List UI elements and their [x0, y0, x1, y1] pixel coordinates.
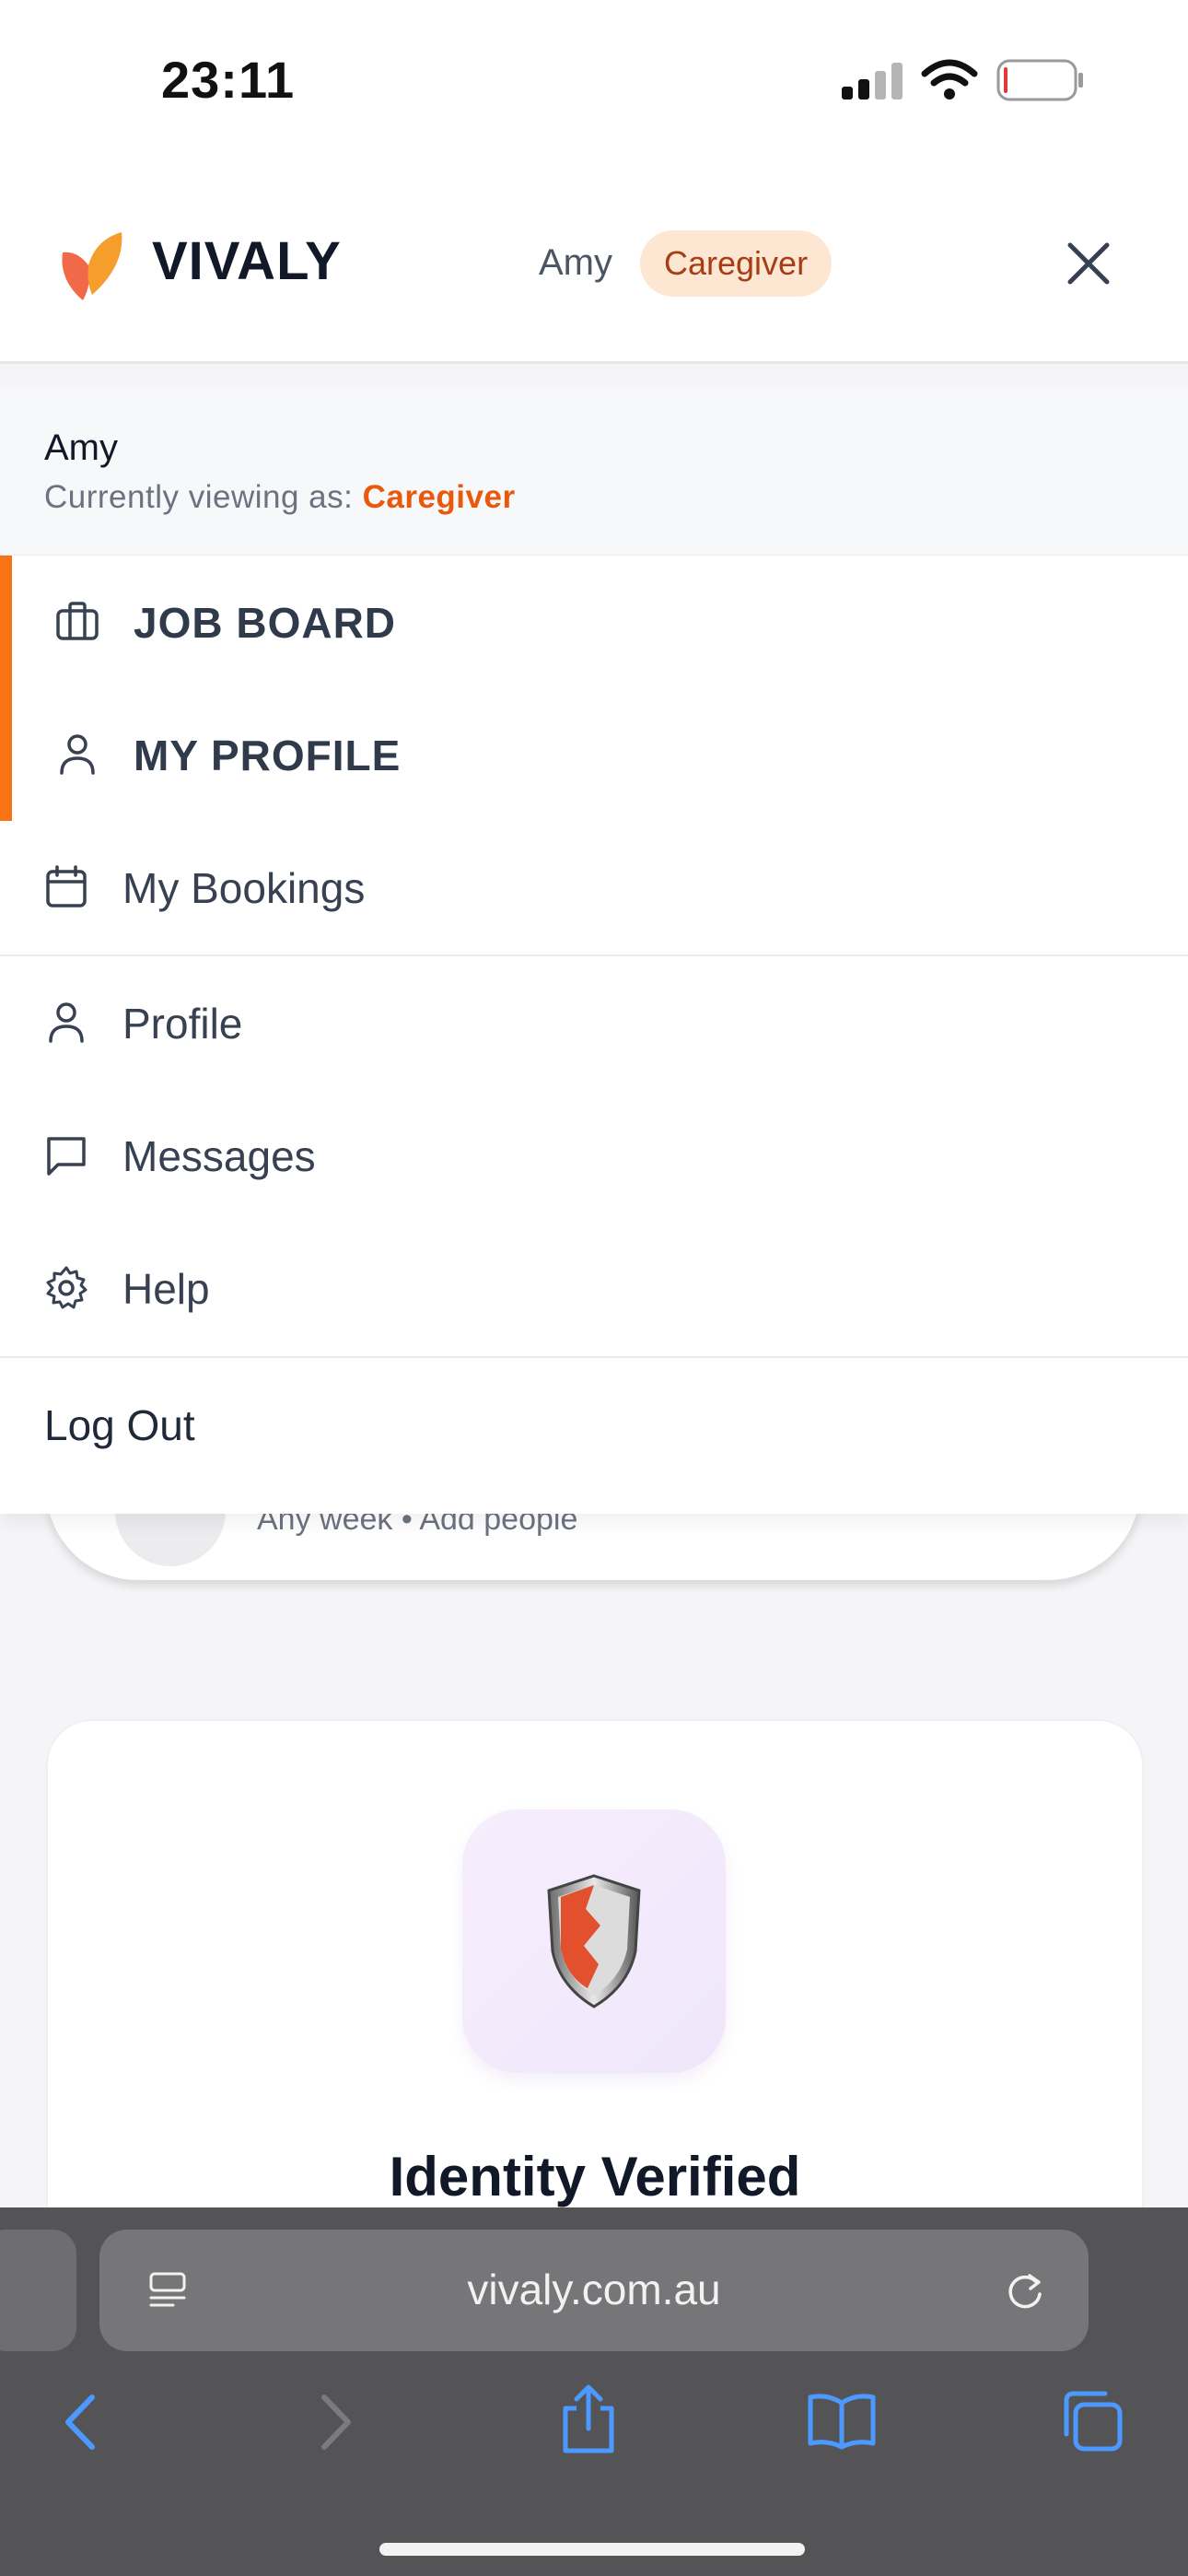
menu-label-job-board: JOB BOARD [134, 599, 397, 647]
cellular-signal-icon [842, 63, 903, 100]
identity-verified-title: Identity Verified [389, 2146, 801, 2207]
gear-icon [46, 1266, 87, 1309]
vivaly-logo-icon [62, 232, 122, 300]
identity-verified-card: Identity Verified [46, 1719, 1144, 2276]
shield-tile [462, 1809, 726, 2073]
role-badge: Caregiver [640, 230, 833, 297]
menu-item-my-bookings[interactable]: My Bookings [0, 821, 1188, 954]
menu-label-my-profile: MY PROFILE [134, 732, 402, 779]
brand-name[interactable]: VIVALY [152, 230, 342, 292]
user-icon [49, 1002, 84, 1043]
menu-label-messages: Messages [122, 1132, 316, 1180]
menu-label-log-out: Log Out [44, 1401, 195, 1449]
battery-icon [996, 59, 1083, 101]
status-bar: 23:11 [0, 0, 1188, 175]
user-info-panel: Amy Currently viewing as: Caregiver [0, 387, 1188, 556]
shield-icon [547, 1874, 641, 2008]
menu-item-help[interactable]: Help [0, 1222, 1188, 1354]
menu-item-profile[interactable]: Profile [0, 956, 1188, 1089]
status-time: 23:11 [161, 51, 296, 109]
nav-menu: JOB BOARD MY PROFILE My Bookings Profile… [0, 556, 1188, 1514]
wifi-icon [921, 59, 978, 100]
menu-item-messages[interactable]: Messages [0, 1089, 1188, 1222]
viewing-as-text: Currently viewing as: Caregiver [44, 479, 516, 516]
viewing-role: Caregiver [362, 479, 516, 515]
share-icon[interactable] [556, 2383, 621, 2456]
previous-tab-preview[interactable] [0, 2230, 76, 2351]
app-header: VIVALY Amy Caregiver [0, 175, 1188, 364]
menu-label-profile: Profile [122, 1000, 243, 1048]
user-icon [60, 734, 95, 775]
menu-item-log-out[interactable]: Log Out [0, 1358, 1188, 1491]
header-user-name: Amy [539, 242, 612, 283]
reload-icon[interactable] [1002, 2268, 1048, 2314]
menu-label-my-bookings: My Bookings [122, 864, 366, 912]
back-icon[interactable] [57, 2390, 103, 2454]
menu-item-my-profile[interactable]: MY PROFILE [0, 688, 1188, 821]
home-indicator[interactable] [379, 2543, 805, 2556]
user-name: Amy [44, 427, 118, 468]
calendar-icon [46, 865, 87, 907]
address-bar[interactable]: vivaly.com.au [99, 2230, 1089, 2351]
url-text: vivaly.com.au [467, 2266, 721, 2313]
viewing-prefix: Currently viewing as: [44, 479, 363, 515]
browser-toolbar: vivaly.com.au [0, 2207, 1188, 2576]
forward-icon[interactable] [313, 2390, 359, 2454]
menu-label-help: Help [122, 1265, 210, 1313]
close-icon[interactable] [1059, 234, 1118, 293]
menu-item-job-board[interactable]: JOB BOARD [0, 556, 1188, 688]
bookmarks-icon[interactable] [805, 2392, 879, 2451]
tabs-icon[interactable] [1059, 2388, 1125, 2454]
briefcase-icon [56, 602, 99, 640]
message-icon [47, 1137, 86, 1176]
